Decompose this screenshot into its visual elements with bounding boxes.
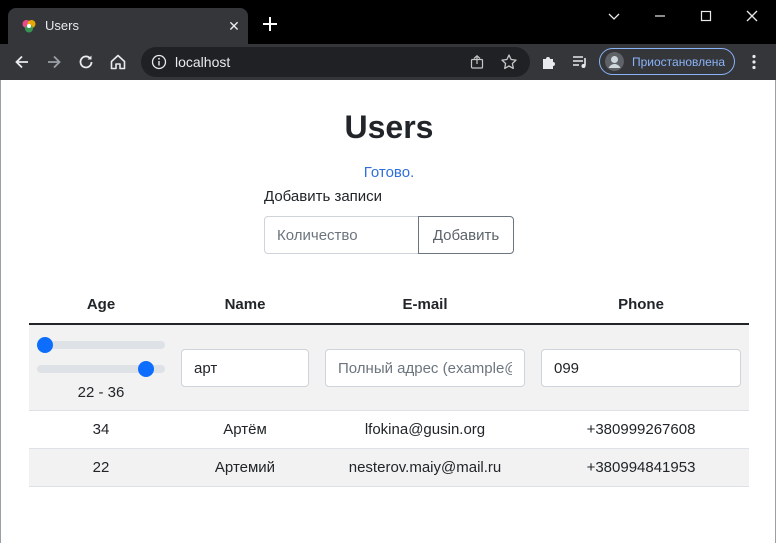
phone-filter-input[interactable]	[541, 349, 741, 387]
cell-age: 22	[92, 459, 110, 476]
page-content: Users Готово. Добавить записи Добавить A…	[0, 80, 776, 543]
age-max-slider-thumb[interactable]	[137, 361, 154, 377]
browser-menu-icon[interactable]	[744, 52, 764, 72]
home-icon[interactable]	[108, 52, 128, 72]
record-count-input[interactable]	[264, 216, 419, 254]
page-title: Users	[344, 109, 434, 145]
age-min-slider-thumb[interactable]	[37, 337, 53, 353]
cell-phone: +380994841953	[586, 459, 696, 476]
column-header-age[interactable]: Age	[29, 286, 173, 324]
new-tab-plus-icon[interactable]	[260, 14, 280, 34]
status-message: Готово.	[363, 164, 415, 181]
column-header-name[interactable]: Name	[173, 286, 317, 324]
avatar-icon	[605, 52, 624, 71]
tab-title: Users	[45, 18, 79, 33]
table-row[interactable]: 34 Артём lfokina@gusin.org +380999267608	[29, 411, 749, 449]
reload-icon[interactable]	[76, 52, 96, 72]
extensions-puzzle-icon[interactable]	[539, 52, 559, 72]
add-records-label: Добавить записи	[264, 188, 383, 205]
column-header-phone[interactable]: Phone	[533, 286, 749, 324]
site-info-icon[interactable]	[151, 54, 167, 70]
name-filter-input[interactable]	[181, 349, 309, 387]
tab-close-icon[interactable]: ✕	[226, 18, 242, 34]
cell-name: Артемий	[214, 459, 276, 476]
bookmark-star-icon[interactable]	[500, 53, 518, 71]
profile-button[interactable]: Приостановлена	[599, 48, 735, 75]
cell-phone: +380999267608	[586, 421, 696, 438]
maximize-icon[interactable]	[696, 6, 716, 26]
add-records-button[interactable]: Добавить	[418, 216, 514, 254]
forward-arrow-icon[interactable]	[44, 52, 64, 72]
column-header-email[interactable]: E-mail	[317, 286, 533, 324]
cell-name: Артём	[223, 421, 267, 438]
minimize-icon[interactable]	[650, 6, 670, 26]
browser-titlebar: Users ✕	[0, 0, 776, 44]
filter-row: 22 - 36	[29, 325, 749, 411]
cell-email: lfokina@gusin.org	[364, 421, 486, 438]
email-filter-input[interactable]	[325, 349, 525, 387]
table-row[interactable]: 22 Артемий nesterov.maiy@mail.ru +380994…	[29, 449, 749, 487]
url-text: localhost	[175, 54, 231, 70]
app-favicon-icon	[22, 20, 36, 33]
close-window-icon[interactable]	[742, 6, 762, 26]
media-queue-icon[interactable]	[570, 52, 590, 72]
cell-email: nesterov.maiy@mail.ru	[348, 459, 502, 476]
browser-toolbar: localhost Приостановлена	[0, 44, 776, 80]
back-arrow-icon[interactable]	[12, 52, 32, 72]
share-icon[interactable]	[469, 54, 485, 70]
cell-age: 34	[92, 421, 110, 438]
browser-tab[interactable]: Users ✕	[8, 8, 248, 44]
address-bar[interactable]: localhost	[141, 47, 530, 77]
age-range-label: 22 - 36	[77, 384, 125, 401]
tab-search-chevron-icon[interactable]	[604, 6, 624, 26]
profile-avatar	[605, 52, 624, 71]
profile-status-label: Приостановлена	[632, 55, 726, 69]
age-min-slider-track[interactable]	[37, 341, 165, 349]
